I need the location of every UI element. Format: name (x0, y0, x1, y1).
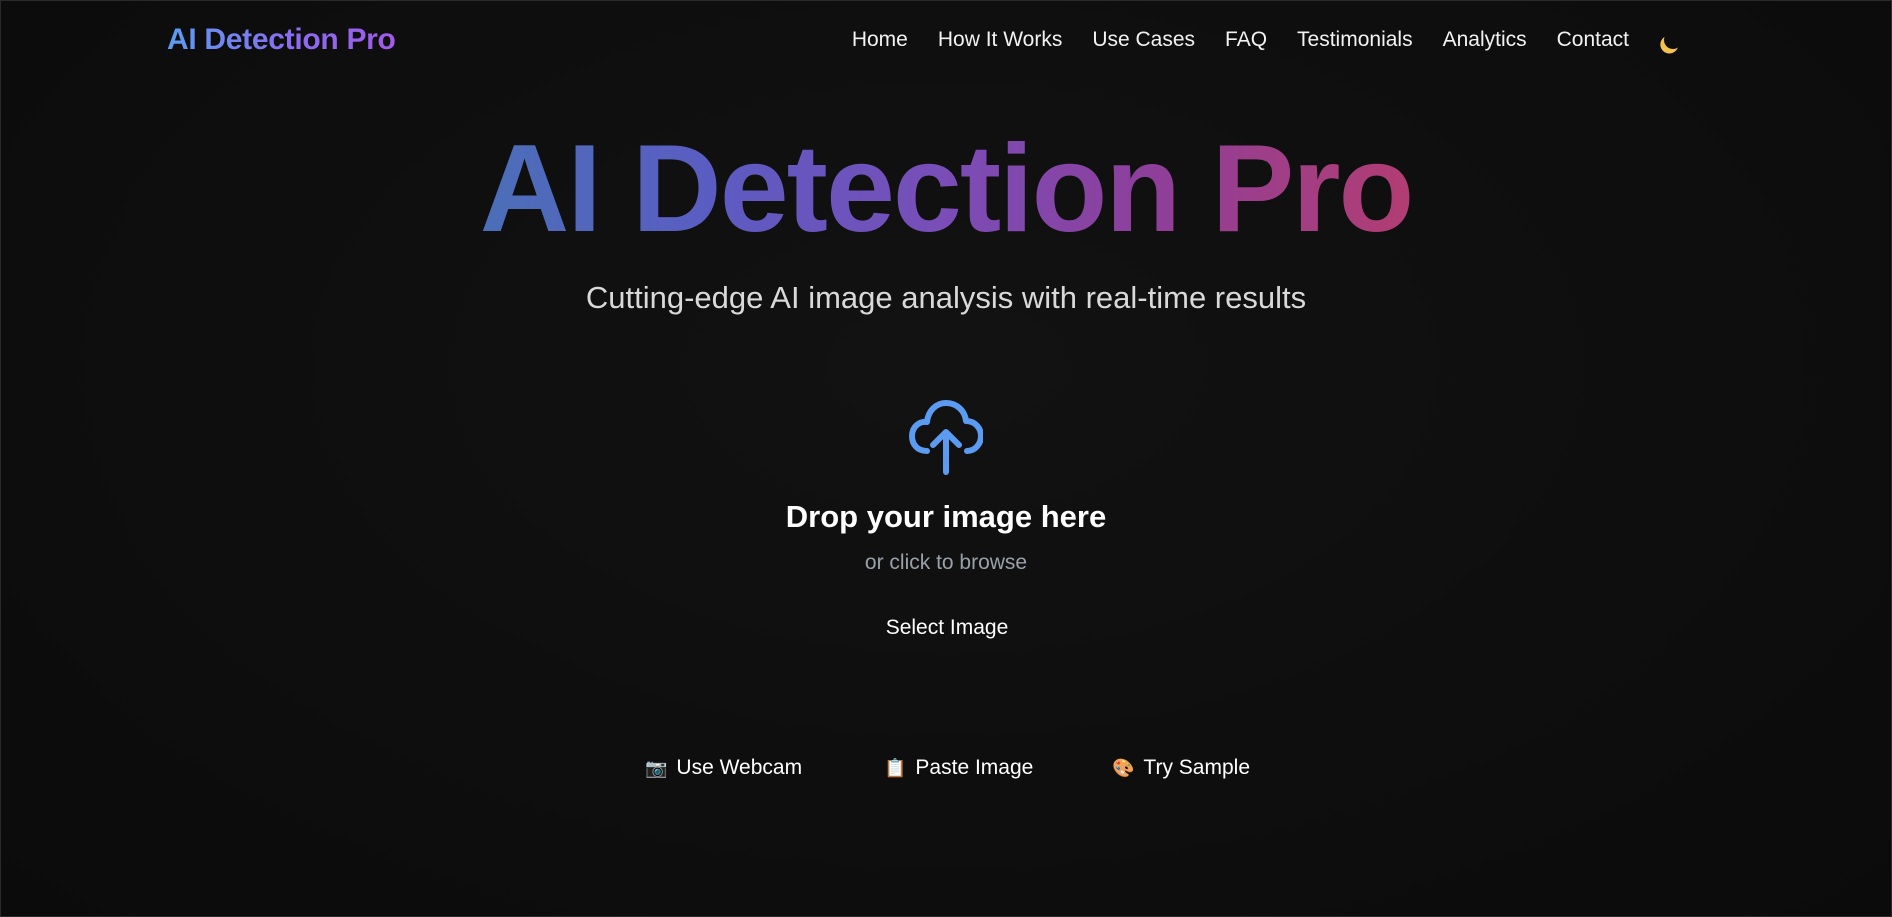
brand-logo[interactable]: AI Detection Pro (167, 23, 396, 57)
navbar: AI Detection Pro Home How It Works Use C… (1, 1, 1891, 81)
hero-title-text: AI Detection Pro (479, 120, 1415, 258)
hero-subtitle: Cutting-edge AI image analysis with real… (585, 280, 1307, 315)
page: AI Detection Pro Home How It Works Use C… (0, 0, 1892, 917)
moon-icon (1661, 28, 1684, 51)
use-webcam-button[interactable]: 📷 Use Webcam (645, 753, 802, 783)
paste-image-label: Paste Image (915, 756, 1034, 779)
hero-title: AI Detection Pro (1, 119, 1891, 259)
theme-toggle-button[interactable] (1661, 28, 1685, 52)
cloud-upload-icon (909, 400, 983, 475)
nav-link-how-it-works[interactable]: How It Works (938, 28, 1062, 52)
try-sample-label: Try Sample (1143, 756, 1251, 779)
nav-links: Home How It Works Use Cases FAQ Testimon… (852, 28, 1685, 52)
nav-link-use-cases[interactable]: Use Cases (1092, 28, 1195, 52)
select-image-button[interactable]: Select Image (867, 613, 1027, 647)
drop-subtitle: or click to browse (864, 551, 1028, 574)
camera-icon: 📷 (645, 757, 668, 778)
nav-link-contact[interactable]: Contact (1557, 28, 1629, 52)
nav-link-faq[interactable]: FAQ (1225, 28, 1267, 52)
use-webcam-label: Use Webcam (676, 756, 803, 779)
nav-link-analytics[interactable]: Analytics (1443, 28, 1527, 52)
try-sample-button[interactable]: 🎨 Try Sample (1112, 753, 1250, 783)
paste-image-button[interactable]: 📋 Paste Image (884, 753, 1033, 783)
drop-title: Drop your image here (785, 499, 1107, 534)
palette-icon: 🎨 (1112, 757, 1135, 778)
nav-link-testimonials[interactable]: Testimonials (1297, 28, 1413, 52)
clipboard-icon: 📋 (884, 757, 907, 778)
nav-link-home[interactable]: Home (852, 28, 908, 52)
